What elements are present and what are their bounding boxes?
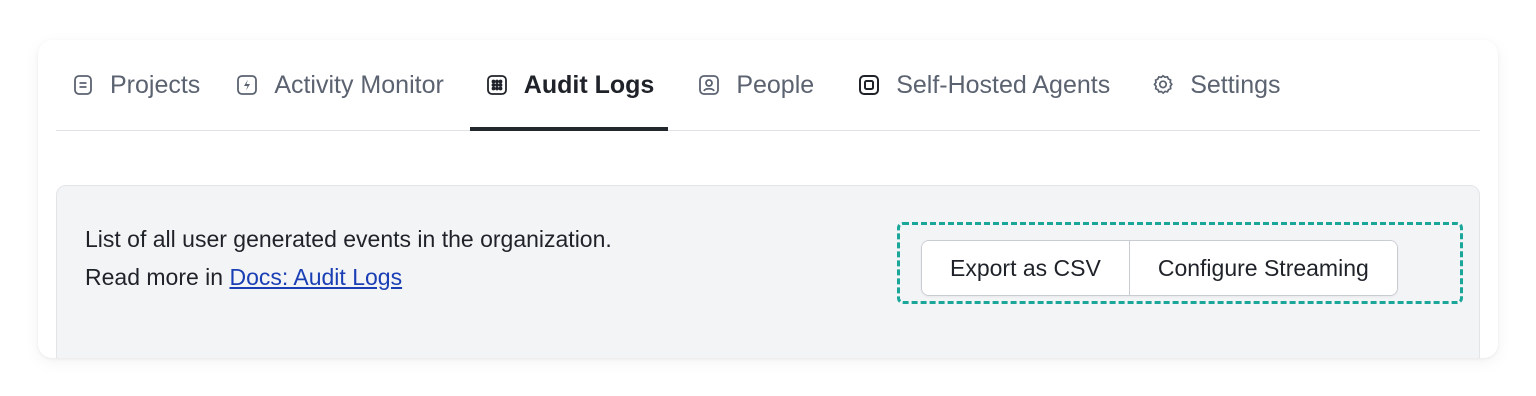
- tab-audit-logs[interactable]: Audit Logs: [469, 40, 669, 131]
- action-button-group: Export as CSV Configure Streaming: [921, 240, 1398, 296]
- tab-label: Projects: [110, 70, 201, 99]
- tab-label: Settings: [1190, 70, 1281, 99]
- read-more-line: Read more in Docs: Audit Logs: [85, 258, 612, 296]
- tab-label: People: [736, 70, 815, 99]
- configure-streaming-button[interactable]: Configure Streaming: [1128, 241, 1397, 295]
- tab-people[interactable]: People: [682, 40, 828, 130]
- projects-icon: [70, 72, 96, 98]
- tab-self-hosted-agents[interactable]: Self-Hosted Agents: [842, 40, 1124, 130]
- docs-link[interactable]: Docs: Audit Logs: [229, 264, 402, 290]
- activity-icon: [234, 72, 260, 98]
- tab-bar: Projects Activity Monitor Audit Logs Peo…: [56, 40, 1480, 131]
- info-panel: List of all user generated events in the…: [56, 185, 1480, 358]
- agents-icon: [856, 72, 882, 98]
- audit-logs-icon: [484, 72, 510, 98]
- export-csv-button[interactable]: Export as CSV: [922, 241, 1129, 295]
- tab-label: Audit Logs: [523, 70, 655, 99]
- audit-logs-card: Projects Activity Monitor Audit Logs Peo…: [38, 40, 1498, 358]
- tab-projects[interactable]: Projects: [56, 40, 214, 130]
- tab-label: Self-Hosted Agents: [896, 70, 1111, 99]
- tab-label: Activity Monitor: [274, 70, 444, 99]
- info-description: List of all user generated events in the…: [85, 226, 612, 252]
- read-more-prefix: Read more in: [85, 264, 230, 290]
- gear-icon: [1150, 72, 1176, 98]
- tab-settings[interactable]: Settings: [1136, 40, 1294, 130]
- tab-activity-monitor[interactable]: Activity Monitor: [220, 40, 457, 130]
- people-icon: [696, 72, 722, 98]
- info-text: List of all user generated events in the…: [85, 220, 612, 296]
